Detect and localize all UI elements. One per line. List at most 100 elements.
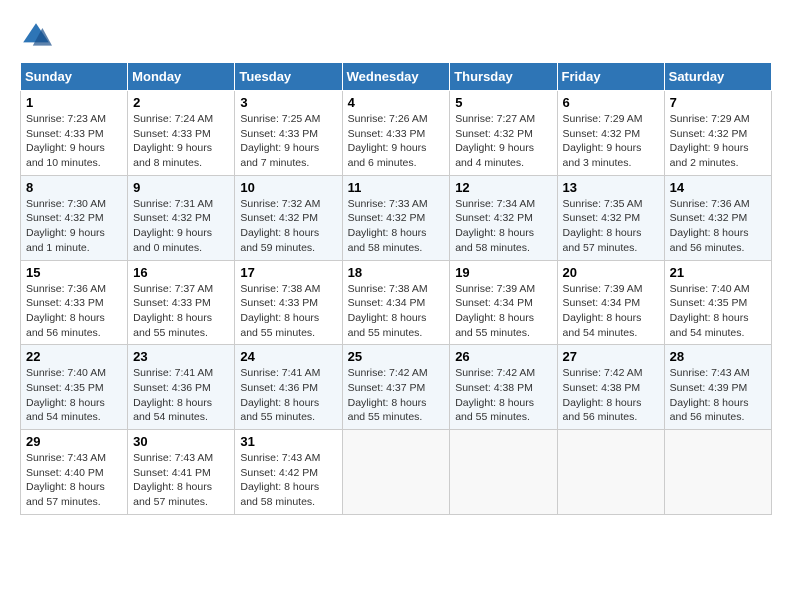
daylight-label: Daylight: 9 hours and 4 minutes. <box>455 142 534 169</box>
weekday-header: Tuesday <box>235 63 342 91</box>
sunrise-label: Sunrise: 7:29 AM <box>670 113 750 125</box>
daylight-label: Daylight: 8 hours and 55 minutes. <box>240 312 319 339</box>
day-info: Sunrise: 7:39 AM Sunset: 4:34 PM Dayligh… <box>563 282 659 341</box>
sunset-label: Sunset: 4:33 PM <box>133 128 211 140</box>
calendar-cell: 5 Sunrise: 7:27 AM Sunset: 4:32 PM Dayli… <box>450 91 557 176</box>
calendar-cell: 24 Sunrise: 7:41 AM Sunset: 4:36 PM Dayl… <box>235 345 342 430</box>
day-info: Sunrise: 7:31 AM Sunset: 4:32 PM Dayligh… <box>133 197 229 256</box>
daylight-label: Daylight: 9 hours and 3 minutes. <box>563 142 642 169</box>
calendar-cell: 29 Sunrise: 7:43 AM Sunset: 4:40 PM Dayl… <box>21 430 128 515</box>
day-number: 31 <box>240 434 336 449</box>
day-number: 11 <box>348 180 445 195</box>
sunset-label: Sunset: 4:41 PM <box>133 467 211 479</box>
calendar-cell: 18 Sunrise: 7:38 AM Sunset: 4:34 PM Dayl… <box>342 260 450 345</box>
sunrise-label: Sunrise: 7:34 AM <box>455 198 535 210</box>
daylight-label: Daylight: 8 hours and 55 minutes. <box>348 312 427 339</box>
sunset-label: Sunset: 4:32 PM <box>455 128 533 140</box>
day-number: 2 <box>133 95 229 110</box>
calendar-table: SundayMondayTuesdayWednesdayThursdayFrid… <box>20 62 772 515</box>
calendar-cell: 8 Sunrise: 7:30 AM Sunset: 4:32 PM Dayli… <box>21 175 128 260</box>
day-number: 15 <box>26 265 122 280</box>
day-number: 24 <box>240 349 336 364</box>
daylight-label: Daylight: 8 hours and 58 minutes. <box>348 227 427 254</box>
day-number: 1 <box>26 95 122 110</box>
calendar-cell: 31 Sunrise: 7:43 AM Sunset: 4:42 PM Dayl… <box>235 430 342 515</box>
day-info: Sunrise: 7:34 AM Sunset: 4:32 PM Dayligh… <box>455 197 551 256</box>
calendar-cell: 9 Sunrise: 7:31 AM Sunset: 4:32 PM Dayli… <box>128 175 235 260</box>
day-number: 28 <box>670 349 766 364</box>
weekday-header: Thursday <box>450 63 557 91</box>
sunrise-label: Sunrise: 7:33 AM <box>348 198 428 210</box>
sunset-label: Sunset: 4:32 PM <box>563 128 641 140</box>
calendar-cell: 4 Sunrise: 7:26 AM Sunset: 4:33 PM Dayli… <box>342 91 450 176</box>
day-info: Sunrise: 7:25 AM Sunset: 4:33 PM Dayligh… <box>240 112 336 171</box>
weekday-header: Sunday <box>21 63 128 91</box>
day-number: 26 <box>455 349 551 364</box>
sunset-label: Sunset: 4:42 PM <box>240 467 318 479</box>
daylight-label: Daylight: 8 hours and 57 minutes. <box>133 481 212 508</box>
day-info: Sunrise: 7:24 AM Sunset: 4:33 PM Dayligh… <box>133 112 229 171</box>
day-number: 8 <box>26 180 122 195</box>
day-number: 4 <box>348 95 445 110</box>
calendar-cell <box>450 430 557 515</box>
day-number: 23 <box>133 349 229 364</box>
daylight-label: Daylight: 8 hours and 55 minutes. <box>455 397 534 424</box>
day-info: Sunrise: 7:29 AM Sunset: 4:32 PM Dayligh… <box>563 112 659 171</box>
calendar-cell: 1 Sunrise: 7:23 AM Sunset: 4:33 PM Dayli… <box>21 91 128 176</box>
day-info: Sunrise: 7:35 AM Sunset: 4:32 PM Dayligh… <box>563 197 659 256</box>
sunrise-label: Sunrise: 7:25 AM <box>240 113 320 125</box>
day-number: 20 <box>563 265 659 280</box>
calendar-cell: 20 Sunrise: 7:39 AM Sunset: 4:34 PM Dayl… <box>557 260 664 345</box>
sunrise-label: Sunrise: 7:32 AM <box>240 198 320 210</box>
day-number: 13 <box>563 180 659 195</box>
day-number: 30 <box>133 434 229 449</box>
day-number: 27 <box>563 349 659 364</box>
day-info: Sunrise: 7:43 AM Sunset: 4:39 PM Dayligh… <box>670 366 766 425</box>
sunrise-label: Sunrise: 7:36 AM <box>670 198 750 210</box>
sunrise-label: Sunrise: 7:30 AM <box>26 198 106 210</box>
day-info: Sunrise: 7:23 AM Sunset: 4:33 PM Dayligh… <box>26 112 122 171</box>
daylight-label: Daylight: 9 hours and 7 minutes. <box>240 142 319 169</box>
sunrise-label: Sunrise: 7:43 AM <box>240 452 320 464</box>
sunrise-label: Sunrise: 7:27 AM <box>455 113 535 125</box>
calendar-cell: 2 Sunrise: 7:24 AM Sunset: 4:33 PM Dayli… <box>128 91 235 176</box>
calendar-cell: 30 Sunrise: 7:43 AM Sunset: 4:41 PM Dayl… <box>128 430 235 515</box>
calendar-cell <box>557 430 664 515</box>
sunrise-label: Sunrise: 7:40 AM <box>26 367 106 379</box>
calendar-cell <box>342 430 450 515</box>
sunset-label: Sunset: 4:32 PM <box>133 212 211 224</box>
day-info: Sunrise: 7:29 AM Sunset: 4:32 PM Dayligh… <box>670 112 766 171</box>
sunrise-label: Sunrise: 7:41 AM <box>133 367 213 379</box>
day-number: 16 <box>133 265 229 280</box>
sunset-label: Sunset: 4:33 PM <box>240 297 318 309</box>
day-info: Sunrise: 7:43 AM Sunset: 4:41 PM Dayligh… <box>133 451 229 510</box>
day-number: 9 <box>133 180 229 195</box>
day-number: 3 <box>240 95 336 110</box>
daylight-label: Daylight: 8 hours and 54 minutes. <box>26 397 105 424</box>
sunrise-label: Sunrise: 7:29 AM <box>563 113 643 125</box>
daylight-label: Daylight: 8 hours and 56 minutes. <box>26 312 105 339</box>
day-info: Sunrise: 7:32 AM Sunset: 4:32 PM Dayligh… <box>240 197 336 256</box>
sunset-label: Sunset: 4:32 PM <box>670 212 748 224</box>
day-info: Sunrise: 7:42 AM Sunset: 4:38 PM Dayligh… <box>563 366 659 425</box>
sunset-label: Sunset: 4:33 PM <box>240 128 318 140</box>
sunset-label: Sunset: 4:40 PM <box>26 467 104 479</box>
day-info: Sunrise: 7:42 AM Sunset: 4:38 PM Dayligh… <box>455 366 551 425</box>
daylight-label: Daylight: 8 hours and 58 minutes. <box>455 227 534 254</box>
day-number: 14 <box>670 180 766 195</box>
daylight-label: Daylight: 9 hours and 6 minutes. <box>348 142 427 169</box>
daylight-label: Daylight: 8 hours and 58 minutes. <box>240 481 319 508</box>
calendar-cell: 25 Sunrise: 7:42 AM Sunset: 4:37 PM Dayl… <box>342 345 450 430</box>
calendar-cell: 21 Sunrise: 7:40 AM Sunset: 4:35 PM Dayl… <box>664 260 771 345</box>
daylight-label: Daylight: 8 hours and 54 minutes. <box>563 312 642 339</box>
calendar-week-row: 22 Sunrise: 7:40 AM Sunset: 4:35 PM Dayl… <box>21 345 772 430</box>
daylight-label: Daylight: 9 hours and 0 minutes. <box>133 227 212 254</box>
sunset-label: Sunset: 4:38 PM <box>563 382 641 394</box>
daylight-label: Daylight: 8 hours and 55 minutes. <box>133 312 212 339</box>
sunrise-label: Sunrise: 7:42 AM <box>563 367 643 379</box>
day-number: 5 <box>455 95 551 110</box>
day-number: 12 <box>455 180 551 195</box>
daylight-label: Daylight: 8 hours and 56 minutes. <box>670 397 749 424</box>
weekday-header-row: SundayMondayTuesdayWednesdayThursdayFrid… <box>21 63 772 91</box>
sunset-label: Sunset: 4:33 PM <box>26 128 104 140</box>
